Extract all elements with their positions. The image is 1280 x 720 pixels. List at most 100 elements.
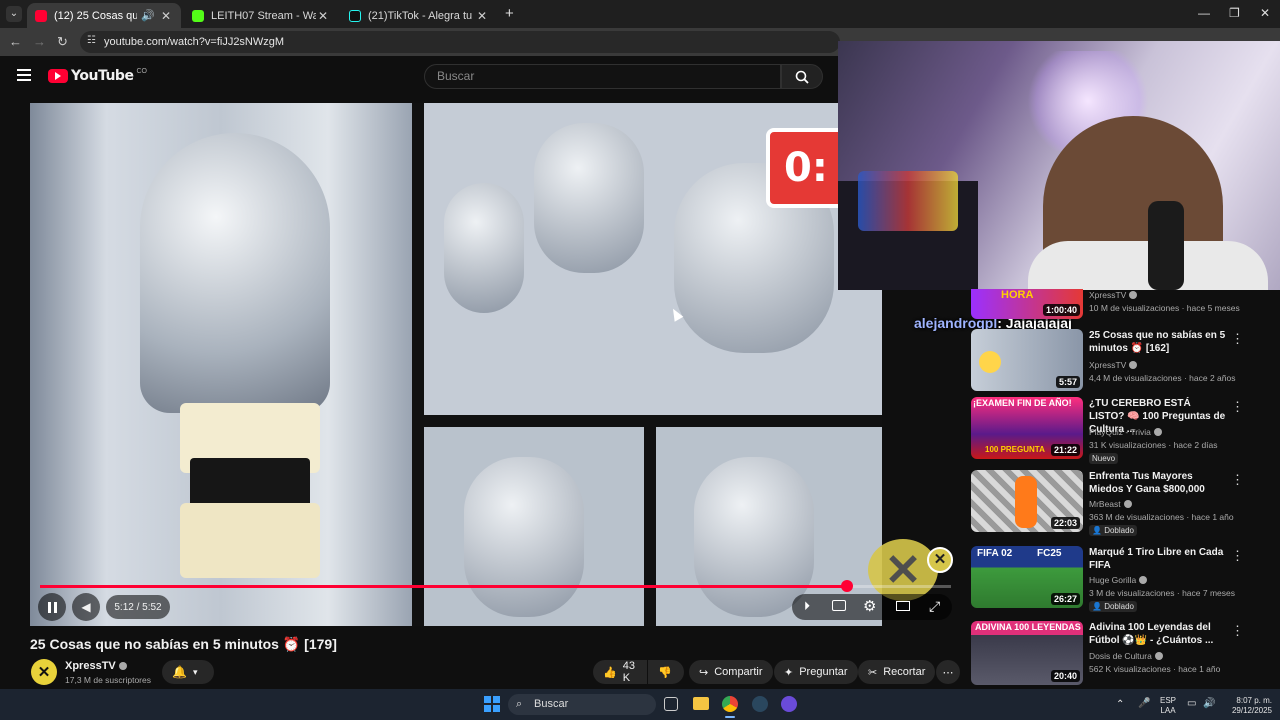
recommendation-item[interactable]: HORA 1:00:40 XpressTV 10 M de visualizac… [971,289,1240,319]
fullscreen-icon[interactable]: ⤢ [929,598,940,615]
search-icon [795,70,809,84]
tab-kick-stream[interactable]: LEITH07 Stream - Watch Live on ✕ [184,3,338,28]
speaker-icon[interactable]: 🔊 [1203,699,1215,709]
file-explorer-icon[interactable] [693,697,709,710]
channel-name[interactable]: Huge Gorilla [1089,575,1148,585]
ask-button[interactable]: ✦ Preguntar [774,660,858,684]
video-duration: 1:00:40 [1042,304,1080,316]
current-time-duration: 5:12 / 5:52 [114,601,162,613]
recommendation-item[interactable]: ADIVINA 100 LEYENDAS 20:40 Adivina 100 L… [971,621,1244,687]
more-options-icon[interactable]: ⋮ [1231,399,1244,415]
like-button[interactable]: 👍 43 K [593,660,647,684]
video-title[interactable]: Marqué 1 Tiro Libre en Cada FIFA [1089,546,1227,572]
tab-youtube[interactable]: (12) 25 Cosas que no sabías 🔊 ✕ [27,3,181,28]
minimize-icon[interactable]: — [1198,6,1210,20]
more-options-icon[interactable]: ⋮ [1231,623,1244,639]
autoplay-toggle-icon[interactable]: ⏵ [804,599,810,614]
more-options-icon[interactable]: ⋮ [1231,472,1244,488]
tab-list-button[interactable]: ⌄ [6,6,22,22]
channel-name-main[interactable]: XpressTV [65,660,127,672]
app-icon[interactable] [781,696,797,712]
verified-icon [1123,500,1132,508]
video-title[interactable]: Enfrenta Tus Mayores Miedos Y Gana $800,… [1089,470,1227,496]
verified-icon [1129,361,1138,369]
taskbar-search[interactable]: ⌕ Buscar [508,694,656,715]
recommendation-item[interactable]: ¡EXAMEN FIN DE AÑO! 100 PREGUNTA 21:22 ¿… [971,397,1244,464]
reload-icon[interactable]: ↻ [57,34,68,50]
channel-name[interactable]: XpressTV [1089,290,1138,300]
recommendation-item[interactable]: 5:57 25 Cosas que no sabías en 5 minutos… [971,329,1244,395]
channel-name[interactable]: Dosis de Cultura [1089,651,1163,661]
new-tab-icon[interactable]: + [505,5,514,22]
volume-button[interactable]: ◀ [72,593,100,621]
more-actions-button[interactable]: ⋯ [936,660,960,684]
dubbed-badge: 👤 Doblado [1089,601,1137,612]
tiktok-favicon-icon [349,9,361,22]
close-overlay-icon[interactable]: ✕ [927,547,953,573]
more-options-icon[interactable]: ⋮ [1231,548,1244,564]
restore-icon[interactable]: ❐ [1229,6,1240,20]
country-code: CO [136,67,147,75]
recommendation-item[interactable]: FIFA 02 FC25 26:27 Marqué 1 Tiro Libre e… [971,546,1244,612]
video-thumbnail[interactable]: ¡EXAMEN FIN DE AÑO! 100 PREGUNTA 21:22 [971,397,1083,459]
steam-icon[interactable] [752,696,768,712]
network-icon[interactable]: ▭ [1187,699,1196,709]
language-indicator[interactable]: ESP LAA [1158,696,1178,716]
theater-mode-icon[interactable] [896,601,910,611]
audio-playing-icon[interactable]: 🔊 [141,9,155,22]
video-thumbnail[interactable]: FIFA 02 FC25 26:27 [971,546,1083,608]
video-title[interactable]: 25 Cosas que no sabías en 5 minutos ⏰ [1… [1089,329,1227,355]
settings-gear-icon[interactable]: ⚙ [863,597,876,615]
youtube-logo[interactable]: YouTube CO [48,68,147,84]
play-pause-button[interactable] [38,593,66,621]
close-tab-icon[interactable]: ✕ [316,9,330,23]
search-button[interactable] [781,64,823,89]
dislike-button[interactable]: 👎 [648,660,684,684]
site-info-icon[interactable]: ☷ [87,35,96,46]
menu-hamburger-icon[interactable] [17,69,31,81]
video-meta: 363 M de visualizaciones · hace 1 año [1089,512,1234,522]
channel-avatar[interactable]: ✕ [31,659,57,685]
channel-name[interactable]: XpressTV [1089,360,1138,370]
close-tab-icon[interactable]: ✕ [475,9,489,23]
notification-bell-button[interactable]: 🔔 ▾ [162,660,214,684]
ask-label: Preguntar [799,666,848,678]
subtitles-icon[interactable] [832,600,846,611]
progress-played [40,585,848,588]
progress-bar[interactable] [40,580,951,592]
thumbnail-text: ¡EXAMEN FIN DE AÑO! [973,398,1072,408]
frame-divider [412,103,424,626]
video-thumbnail[interactable]: HORA 1:00:40 [971,289,1083,319]
channel-name[interactable]: MrBeast [1089,499,1132,509]
microphone-icon[interactable]: 🎤 [1138,699,1150,709]
windows-start-icon[interactable] [484,696,500,712]
tab-tiktok[interactable]: (21)TikTok - Alegra tu día ✕ [341,3,497,28]
clip-button[interactable]: ✂ Recortar [858,660,936,684]
video-meta: 3 M de visualizaciones · hace 7 meses [1089,588,1235,598]
verified-icon [1139,576,1148,584]
search-input[interactable]: Buscar [424,64,781,89]
tray-overflow-icon[interactable]: ⌃ [1116,700,1124,710]
more-options-icon[interactable]: ⋮ [1231,331,1244,347]
channel-name[interactable]: PlayQuiz - Trivia [1089,427,1162,437]
video-thumbnail[interactable]: 22:03 [971,470,1083,532]
thumbs-down-icon: 👎 [658,666,672,679]
thumbnail-text: ADIVINA 100 LEYENDAS [975,622,1081,632]
video-title[interactable]: Adivina 100 Leyendas del Fútbol ⚽👑 - ¿Cu… [1089,621,1227,647]
clock[interactable]: 8:07 p. m. 29/12/2025 [1222,696,1272,716]
close-tab-icon[interactable]: ✕ [159,9,173,23]
video-thumbnail[interactable]: ADIVINA 100 LEYENDAS 20:40 [971,621,1083,685]
frame-divider [424,415,882,427]
chrome-icon[interactable] [722,696,738,712]
task-view-icon[interactable] [664,697,678,711]
address-bar[interactable]: ☷ youtube.com/watch?v=fiJJ2sNWzgM [80,31,840,53]
share-button[interactable]: ↪ Compartir [689,660,773,684]
recommendation-item[interactable]: 22:03 Enfrenta Tus Mayores Miedos Y Gana… [971,470,1244,536]
verified-icon [1153,428,1162,436]
back-arrow-icon[interactable]: ← [9,34,22,49]
close-window-icon[interactable]: ✕ [1260,6,1270,20]
search-icon: ⌕ [516,698,523,710]
video-meta: 4,4 M de visualizaciones · hace 2 años [1089,373,1236,383]
forward-arrow-icon[interactable]: → [33,34,46,49]
video-thumbnail[interactable]: 5:57 [971,329,1083,391]
